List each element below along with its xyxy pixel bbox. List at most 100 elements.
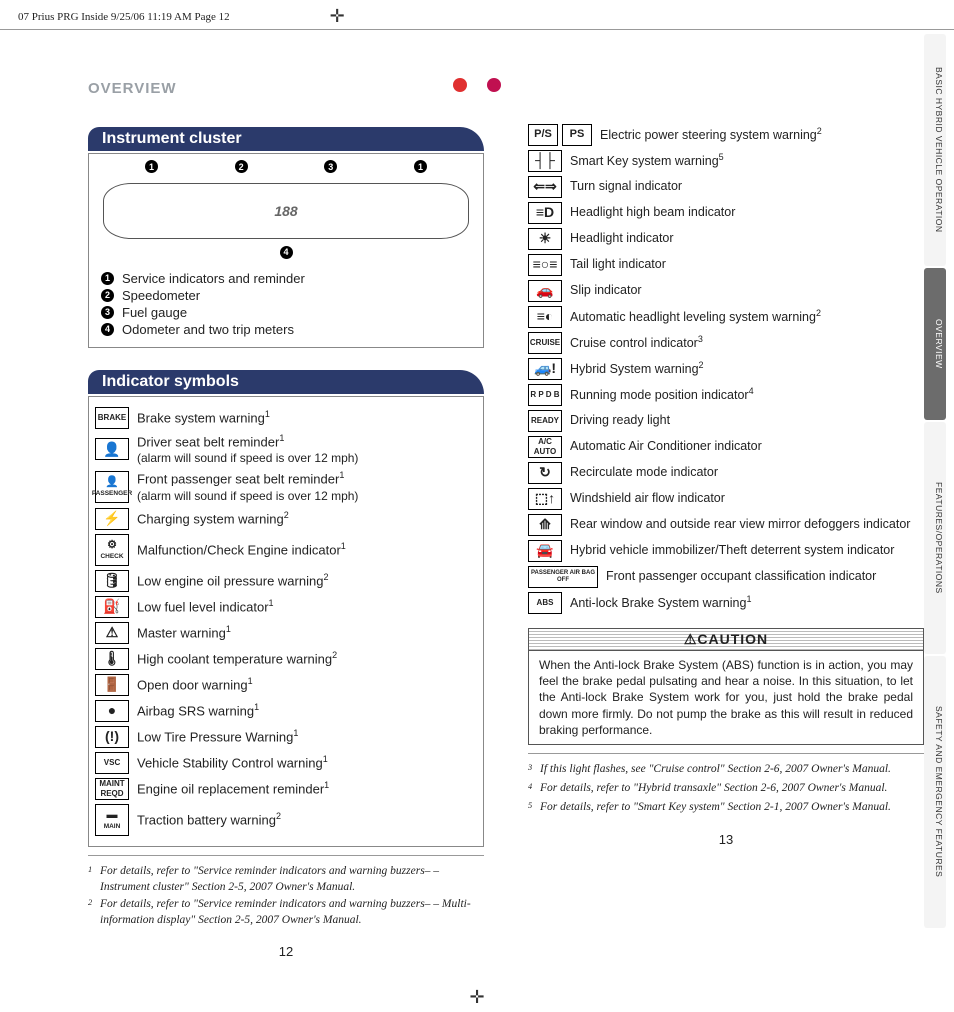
callout-n1: 1 — [101, 272, 114, 285]
indicator-traction-battery-icon: ▬MAIN — [95, 804, 129, 836]
right-column: P/SPS Electric power steering system warn… — [528, 80, 924, 959]
callout-2-top: 2 — [235, 160, 248, 173]
indicator-immobilizer-desc: Hybrid vehicle immobilizer/Theft deterre… — [570, 543, 894, 559]
indicator-driver-seatbelt: 👤Driver seat belt reminder1(alarm will s… — [95, 433, 477, 467]
indicator-check-engine-icon: ⚙CHECK — [95, 534, 129, 566]
footnote-3: 3If this light flashes, see "Cruise cont… — [528, 762, 924, 779]
indicator-vsc: VSC Vehicle Stability Control warning1 — [95, 752, 477, 774]
indicator-immobilizer-icon: 🚘 — [528, 540, 562, 562]
indicator-passenger-airbag-off-icon: PASSENGER AIR BAG OFF — [528, 566, 598, 588]
indicator-ready: READYDriving ready light — [528, 410, 924, 432]
page-spread: OVERVIEW Instrument cluster 1 2 3 1 188 … — [0, 30, 954, 959]
indicator-windshield-desc: Windshield air flow indicator — [570, 491, 725, 507]
crop-mark-top: ✛ — [330, 6, 345, 27]
indicator-turn-signal-icon: ⇐⇒ — [528, 176, 562, 198]
indicator-cruise: CRUISECruise control indicator3 — [528, 332, 924, 354]
overview-title: OVERVIEW — [88, 80, 484, 97]
indicator-cruise-icon: CRUISE — [528, 332, 562, 354]
indicator-hybrid-warning-desc: Hybrid System warning2 — [570, 360, 704, 378]
indicator-smart-key-icon: ┤├ — [528, 150, 562, 172]
indicator-check-engine: ⚙CHECK Malfunction/Check Engine indicator… — [95, 534, 477, 566]
indicator-ready-desc: Driving ready light — [570, 413, 670, 429]
callout-desc-4: Odometer and two trip meters — [122, 322, 294, 337]
indicator-recirculate-icon: ↻ — [528, 462, 562, 484]
callout-1-top: 1 — [145, 160, 158, 173]
indicator-coolant: 🌡High coolant temperature warning2 — [95, 648, 477, 670]
indicator-slip-desc: Slip indicator — [570, 283, 642, 299]
indicator-door-desc: Open door warning1 — [137, 676, 253, 694]
indicator-tire-pressure-desc: Low Tire Pressure Warning1 — [137, 728, 298, 746]
callout-4-bottom: 4 — [280, 246, 293, 259]
indicator-traction-battery-desc: Traction battery warning2 — [137, 811, 281, 829]
callout-row-top: 1 2 3 1 — [97, 160, 475, 173]
indicator-oil-pressure-icon: 🛢 — [95, 570, 129, 592]
callout-n3: 3 — [101, 306, 114, 319]
cluster-diagram: 188 — [103, 183, 469, 239]
footnote-2: 2For details, refer to "Service reminder… — [88, 897, 484, 928]
indicator-turn-signal-desc: Turn signal indicator — [570, 179, 682, 195]
indicator-running-mode-desc: Running mode position indicator4 — [570, 386, 754, 404]
indicator-maint-reqd: MAINT REQDEngine oil replacement reminde… — [95, 778, 477, 800]
page-num-left: 12 — [88, 944, 484, 959]
indicator-tire-pressure: (!)Low Tire Pressure Warning1 — [95, 726, 477, 748]
indicator-list-left: BRAKE Brake system warning1 👤Driver seat b… — [88, 396, 484, 848]
indicator-maint-reqd-desc: Engine oil replacement reminder1 — [137, 780, 329, 798]
indicator-smart-key-desc: Smart Key system warning5 — [570, 152, 724, 170]
indicator-auto-leveling: ≡◐Automatic headlight leveling system wa… — [528, 306, 924, 328]
indicator-airbag-desc: Airbag SRS warning1 — [137, 702, 259, 720]
indicator-airbag-icon: ● — [95, 700, 129, 722]
indicator-passenger-seatbelt-icon: 👤PASSENGER — [95, 471, 129, 503]
callout-list: 1Service indicators and reminder 2Speedo… — [101, 271, 471, 337]
indicator-rear-defog-icon: ⟰ — [528, 514, 562, 536]
indicator-headlight-desc: Headlight indicator — [570, 231, 674, 247]
left-column: OVERVIEW Instrument cluster 1 2 3 1 188 … — [88, 80, 484, 959]
indicator-low-fuel-icon: ⛽ — [95, 596, 129, 618]
indicator-vsc-icon: VSC — [95, 752, 129, 774]
section-indicator-symbols: Indicator symbols — [88, 370, 484, 394]
indicator-list-right: P/SPS Electric power steering system warn… — [528, 124, 924, 614]
indicator-ac-auto-icon: A/C AUTO — [528, 436, 562, 458]
indicator-charging: ⚡Charging system warning2 — [95, 508, 477, 530]
indicator-brake-icon: BRAKE — [95, 407, 129, 429]
callout-3-top: 3 — [324, 160, 337, 173]
caution-header: ⚠CAUTION — [529, 629, 923, 651]
indicator-passenger-seatbelt-desc: Front passenger seat belt reminder1(alar… — [137, 470, 358, 504]
indicator-recirculate: ↻Recirculate mode indicator — [528, 462, 924, 484]
indicator-driver-seatbelt-icon: 👤 — [95, 438, 129, 460]
footnote-5: 5For details, refer to "Smart Key system… — [528, 800, 924, 817]
indicator-abs: ABSAnti-lock Brake System warning1 — [528, 592, 924, 614]
callout-desc-2: Speedometer — [122, 288, 200, 303]
indicator-high-beam-desc: Headlight high beam indicator — [570, 205, 735, 221]
indicator-ac-auto: A/C AUTOAutomatic Air Conditioner indica… — [528, 436, 924, 458]
indicator-passenger-seatbelt: 👤PASSENGERFront passenger seat belt remi… — [95, 470, 477, 504]
indicator-passenger-airbag-off-desc: Front passenger occupant classification … — [606, 569, 876, 585]
callout-1b-top: 1 — [414, 160, 427, 173]
print-header: 07 Prius PRG Inside 9/25/06 11:19 AM Pag… — [0, 0, 954, 30]
indicator-power-steering: P/SPS Electric power steering system warn… — [528, 124, 924, 146]
indicator-charging-icon: ⚡ — [95, 508, 129, 530]
crop-mark-bottom: ✛ — [469, 987, 484, 1008]
indicator-rear-defog-desc: Rear window and outside rear view mirror… — [570, 517, 910, 533]
indicator-brake-desc: Brake system warning1 — [137, 409, 270, 427]
indicator-vsc-desc: Vehicle Stability Control warning1 — [137, 754, 328, 772]
footnote-4: 4For details, refer to "Hybrid transaxle… — [528, 781, 924, 798]
indicator-check-engine-desc: Malfunction/Check Engine indicator1 — [137, 541, 346, 559]
caution-body: When the Anti-lock Brake System (ABS) fu… — [529, 651, 923, 744]
indicator-coolant-icon: 🌡 — [95, 648, 129, 670]
indicator-low-fuel-desc: Low fuel level indicator1 — [137, 598, 274, 616]
indicator-abs-desc: Anti-lock Brake System warning1 — [570, 594, 751, 612]
indicator-traction-battery: ▬MAIN Traction battery warning2 — [95, 804, 477, 836]
indicator-power-steering-icon: P/S — [528, 124, 558, 146]
indicator-high-beam: ≡DHeadlight high beam indicator — [528, 202, 924, 224]
callout-row-bottom: 4 — [97, 243, 475, 259]
indicator-power-steering-icon: PS — [562, 124, 592, 146]
indicator-door-icon: 🚪 — [95, 674, 129, 696]
indicator-auto-leveling-desc: Automatic headlight leveling system warn… — [570, 308, 821, 326]
indicator-turn-signal: ⇐⇒ Turn signal indicator — [528, 176, 924, 198]
indicator-master-warning-icon: ⚠ — [95, 622, 129, 644]
indicator-oil-pressure-desc: Low engine oil pressure warning2 — [137, 572, 328, 590]
indicator-power-steering-desc: Electric power steering system warning2 — [600, 126, 822, 144]
callout-n4: 4 — [101, 323, 114, 336]
indicator-door: 🚪 Open door warning1 — [95, 674, 477, 696]
indicator-headlight: ☀Headlight indicator — [528, 228, 924, 250]
